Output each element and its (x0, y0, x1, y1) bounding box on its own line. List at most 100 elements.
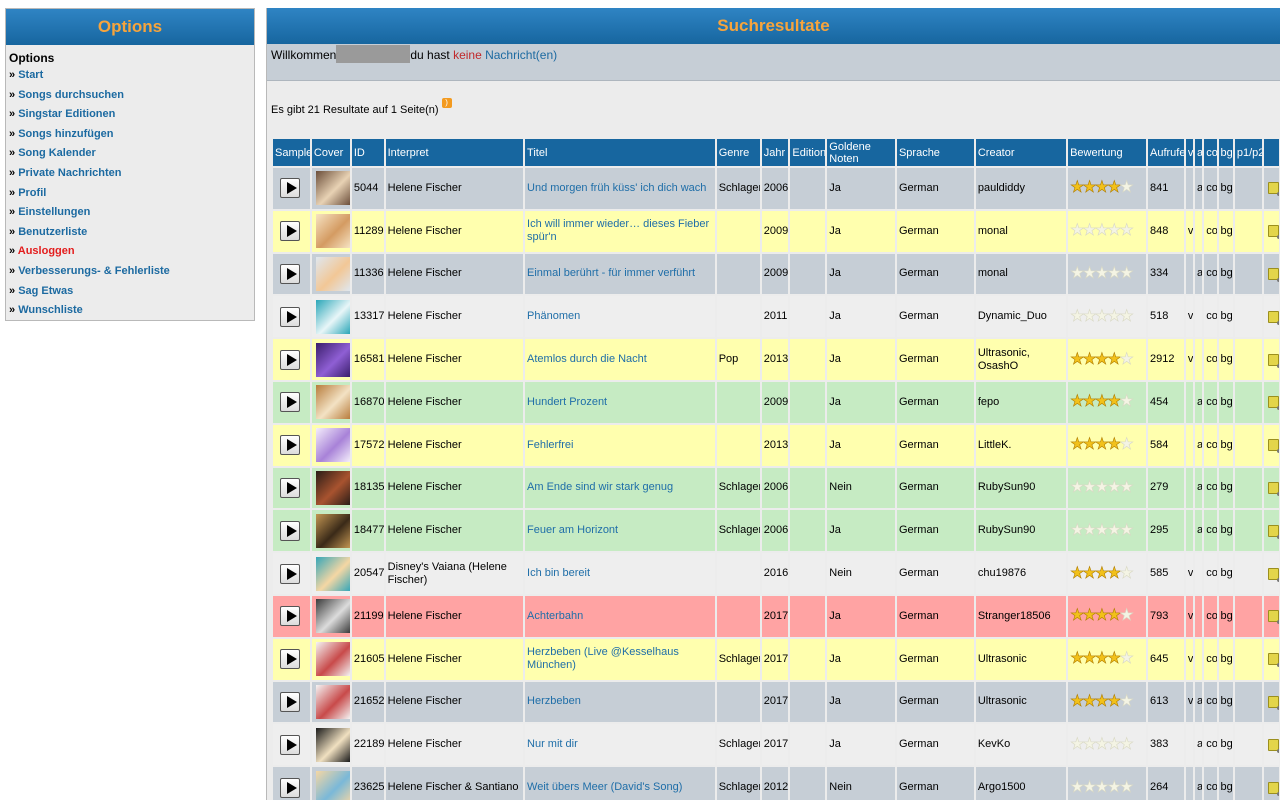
star-icon[interactable]: ★ (1082, 693, 1097, 710)
star-icon[interactable]: ★ (1119, 522, 1134, 539)
star-icon[interactable]: ★ (1070, 779, 1085, 796)
star-icon[interactable]: ★ (1070, 265, 1085, 282)
play-sample-button[interactable] (280, 649, 300, 670)
column-header[interactable]: a (1195, 139, 1203, 166)
song-details-icon[interactable] (1267, 353, 1279, 368)
sidebar-item-1[interactable]: » Songs durchsuchen (9, 86, 254, 106)
rating-stars[interactable]: ★★★★★ (1070, 565, 1140, 582)
star-icon[interactable]: ★ (1070, 736, 1085, 753)
star-icon[interactable]: ★ (1070, 693, 1085, 710)
song-details-icon[interactable] (1267, 182, 1279, 197)
star-icon[interactable]: ★ (1107, 351, 1122, 368)
star-icon[interactable]: ★ (1119, 779, 1134, 796)
star-icon[interactable]: ★ (1094, 351, 1109, 368)
star-icon[interactable]: ★ (1082, 779, 1097, 796)
star-icon[interactable]: ★ (1094, 179, 1109, 197)
column-header[interactable]: co (1204, 139, 1217, 166)
song-title-link[interactable]: Herzbeben (Live @Kesselhaus München) (527, 646, 679, 671)
star-icon[interactable]: ★ (1070, 351, 1085, 368)
star-icon[interactable]: ★ (1107, 650, 1122, 667)
play-sample-button[interactable] (280, 349, 300, 370)
rating-stars[interactable]: ★★★★★ (1070, 650, 1140, 667)
messages-link[interactable]: Nachricht(en) (485, 48, 557, 62)
star-icon[interactable]: ★ (1082, 565, 1097, 582)
play-sample-button[interactable] (280, 178, 300, 199)
star-icon[interactable]: ★ (1107, 693, 1122, 710)
star-icon[interactable]: ★ (1107, 565, 1122, 582)
star-icon[interactable]: ★ (1094, 693, 1109, 710)
star-icon[interactable]: ★ (1082, 265, 1097, 282)
column-header[interactable]: Sample (273, 139, 310, 166)
star-icon[interactable]: ★ (1094, 522, 1109, 539)
star-icon[interactable]: ★ (1107, 308, 1122, 325)
song-details-icon[interactable] (1267, 567, 1279, 582)
column-header[interactable]: Aufrufe (1147, 139, 1184, 166)
star-icon[interactable]: ★ (1107, 607, 1122, 625)
star-icon[interactable]: ★ (1082, 736, 1097, 753)
song-title-link[interactable]: Nur mit dir (527, 738, 578, 750)
rating-stars[interactable]: ★★★★★ (1070, 308, 1140, 325)
album-cover-image[interactable] (315, 256, 350, 291)
column-header[interactable]: v (1185, 139, 1194, 166)
star-icon[interactable]: ★ (1094, 308, 1109, 325)
album-cover-image[interactable] (315, 385, 350, 420)
column-header[interactable]: Jahr (761, 139, 789, 166)
star-icon[interactable]: ★ (1094, 607, 1109, 625)
album-cover-image[interactable] (315, 727, 350, 762)
star-icon[interactable]: ★ (1094, 736, 1109, 753)
star-icon[interactable]: ★ (1107, 265, 1122, 282)
star-icon[interactable]: ★ (1082, 179, 1097, 197)
song-title-link[interactable]: Weit übers Meer (David's Song) (527, 781, 682, 793)
star-icon[interactable]: ★ (1107, 779, 1122, 796)
song-details-icon[interactable] (1267, 396, 1279, 411)
star-icon[interactable]: ★ (1070, 479, 1085, 496)
sidebar-item-0[interactable]: » Start (9, 66, 254, 86)
star-icon[interactable]: ★ (1107, 179, 1122, 197)
star-icon[interactable]: ★ (1070, 222, 1085, 239)
song-title-link[interactable]: Ich bin bereit (527, 567, 590, 579)
album-cover-image[interactable] (315, 171, 350, 206)
star-icon[interactable]: ★ (1119, 351, 1134, 368)
rating-stars[interactable]: ★★★★★ (1070, 779, 1140, 796)
column-header[interactable]: Interpret (385, 139, 524, 166)
star-icon[interactable]: ★ (1082, 607, 1097, 625)
star-icon[interactable]: ★ (1119, 607, 1134, 625)
sidebar-item-10[interactable]: » Verbesserungs- & Fehlerliste (9, 262, 254, 282)
album-cover-image[interactable] (315, 428, 350, 463)
song-title-link[interactable]: Am Ende sind wir stark genug (527, 481, 673, 493)
song-details-icon[interactable] (1267, 738, 1279, 753)
star-icon[interactable]: ★ (1094, 479, 1109, 496)
star-icon[interactable]: ★ (1082, 479, 1097, 496)
sidebar-item-9[interactable]: » Ausloggen (9, 242, 254, 262)
sidebar-item-12[interactable]: » Wunschliste (9, 301, 254, 321)
play-sample-button[interactable] (280, 606, 300, 627)
sidebar-item-8[interactable]: » Benutzerliste (9, 223, 254, 243)
album-cover-image[interactable] (315, 642, 350, 677)
star-icon[interactable]: ★ (1094, 222, 1109, 239)
star-icon[interactable]: ★ (1119, 222, 1134, 239)
star-icon[interactable]: ★ (1070, 650, 1085, 667)
star-icon[interactable]: ★ (1082, 308, 1097, 325)
rating-stars[interactable]: ★★★★★ (1070, 394, 1140, 411)
star-icon[interactable]: ★ (1070, 308, 1085, 325)
star-icon[interactable]: ★ (1082, 650, 1097, 667)
play-sample-button[interactable] (280, 435, 300, 456)
song-title-link[interactable]: Feuer am Horizont (527, 524, 618, 536)
album-cover-image[interactable] (315, 513, 350, 548)
star-icon[interactable]: ★ (1070, 179, 1085, 197)
album-cover-image[interactable] (315, 684, 350, 719)
song-details-icon[interactable] (1267, 524, 1279, 539)
album-cover-image[interactable] (315, 599, 350, 634)
star-icon[interactable]: ★ (1119, 179, 1134, 197)
song-details-icon[interactable] (1267, 481, 1279, 496)
star-icon[interactable]: ★ (1070, 607, 1085, 625)
song-details-icon[interactable] (1267, 695, 1279, 710)
column-header[interactable]: Bewertung (1068, 139, 1146, 166)
song-details-icon[interactable] (1267, 781, 1279, 796)
star-icon[interactable]: ★ (1070, 522, 1085, 539)
star-icon[interactable]: ★ (1107, 479, 1122, 496)
play-sample-button[interactable] (280, 691, 300, 712)
sidebar-item-5[interactable]: » Private Nachrichten (9, 164, 254, 184)
column-header[interactable] (1263, 139, 1279, 166)
sidebar-item-11[interactable]: » Sag Etwas (9, 282, 254, 302)
